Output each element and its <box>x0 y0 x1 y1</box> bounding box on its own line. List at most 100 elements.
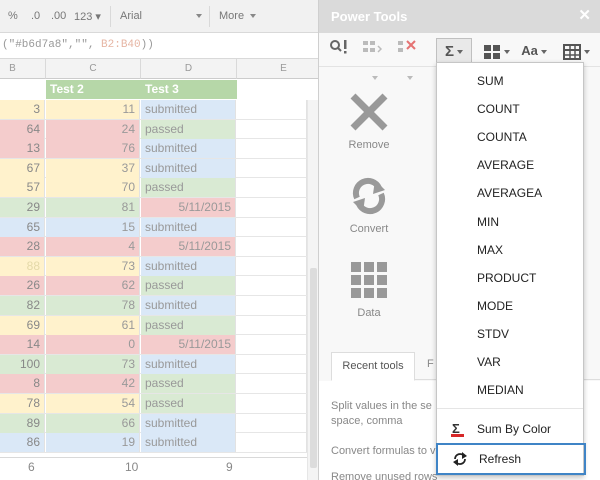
cell-e[interactable] <box>237 217 307 237</box>
cell-b[interactable]: 3 <box>0 100 45 119</box>
cell-b[interactable]: 100 <box>0 354 45 374</box>
scrollbar-thumb[interactable] <box>310 268 317 468</box>
cell-b[interactable]: 29 <box>0 198 45 217</box>
cell-e[interactable] <box>237 256 307 276</box>
find-icon[interactable] <box>327 38 351 63</box>
total-c[interactable]: 10 <box>125 460 138 474</box>
cell-e[interactable] <box>237 315 307 335</box>
cell-e[interactable] <box>237 237 307 257</box>
tab-recent-tools[interactable]: Recent tools <box>331 352 415 381</box>
function-item-min[interactable]: MIN <box>437 208 583 236</box>
cell-d[interactable]: submitted <box>141 217 236 237</box>
recent-item[interactable]: Split values in the se space, comma <box>331 399 451 429</box>
cell-b[interactable]: 65 <box>0 217 45 237</box>
cell-b[interactable]: 86 <box>0 433 45 453</box>
data-tool[interactable]: Data <box>339 260 399 319</box>
table-icon[interactable] <box>559 38 593 63</box>
close-icon[interactable]: ✕ <box>578 7 591 25</box>
column-header-e[interactable]: E <box>237 59 318 79</box>
tab-favorites[interactable]: F <box>427 358 434 370</box>
function-item-max[interactable]: MAX <box>437 236 583 264</box>
cell-b[interactable]: 28 <box>0 237 45 257</box>
sum-by-color-item[interactable]: Σ Sum By Color <box>437 415 583 443</box>
cell-d[interactable]: submitted <box>141 158 236 178</box>
cell-c[interactable]: 4 <box>46 237 140 257</box>
more-button[interactable]: More <box>219 10 244 22</box>
cell-e[interactable] <box>237 119 307 139</box>
cell-b[interactable]: 57 <box>0 178 45 198</box>
remove-tool[interactable]: Remove <box>339 92 399 151</box>
total-b[interactable]: 6 <box>28 460 35 474</box>
cell-d[interactable]: submitted <box>141 256 236 276</box>
cell-e[interactable] <box>237 100 307 119</box>
cell-e[interactable] <box>237 335 307 355</box>
cell-e[interactable] <box>237 374 307 394</box>
cell-d[interactable]: submitted <box>141 433 236 453</box>
cell-c[interactable]: 76 <box>46 139 140 159</box>
cell-c[interactable]: 0 <box>46 335 140 355</box>
function-item-count[interactable]: COUNT <box>437 95 583 123</box>
split-icon[interactable] <box>359 38 387 80</box>
cell-d[interactable]: submitted <box>141 413 236 433</box>
cell-d[interactable]: passed <box>141 178 236 198</box>
cell-d[interactable]: submitted <box>141 139 236 159</box>
functions-button[interactable]: Σ <box>436 38 472 63</box>
cell-e[interactable] <box>237 198 307 217</box>
cell-b[interactable]: 8 <box>0 374 45 394</box>
cell-b[interactable]: 69 <box>0 315 45 335</box>
cell-d[interactable]: passed <box>141 315 236 335</box>
number-format-button[interactable]: 123 ▾ <box>74 10 101 23</box>
cell-b[interactable]: 67 <box>0 158 45 178</box>
cell-c[interactable]: 66 <box>46 413 140 433</box>
function-item-var[interactable]: VAR <box>437 348 583 376</box>
header-cell-test3[interactable]: Test 3 <box>141 80 237 99</box>
recent-item[interactable]: Remove unused rows <box>331 470 451 480</box>
formula-bar[interactable]: ("#b6d7a8","", B2:B40)) <box>0 33 318 59</box>
column-header-d[interactable]: D <box>141 59 237 79</box>
cell-d[interactable]: submitted <box>141 354 236 374</box>
cell-b[interactable]: 89 <box>0 413 45 433</box>
cell-d[interactable]: submitted <box>141 296 236 315</box>
cell-c[interactable]: 37 <box>46 158 140 178</box>
cell-d[interactable]: 5/11/2015 <box>141 237 236 257</box>
cell-c[interactable]: 62 <box>46 276 140 296</box>
increase-decimal-button[interactable]: .00 <box>51 10 66 22</box>
cell-c[interactable]: 70 <box>46 178 140 198</box>
column-header-c[interactable]: C <box>46 59 141 79</box>
merge-icon[interactable] <box>479 38 513 63</box>
cell-d[interactable]: passed <box>141 394 236 413</box>
cell-b[interactable]: 26 <box>0 276 45 296</box>
cell-c[interactable]: 73 <box>46 256 140 276</box>
cell-e[interactable] <box>237 158 307 178</box>
delete-columns-icon[interactable] <box>393 38 423 80</box>
cell-c[interactable]: 54 <box>46 394 140 413</box>
column-header-b[interactable]: B <box>0 59 46 79</box>
cell-d[interactable]: passed <box>141 119 236 139</box>
cell-c[interactable]: 19 <box>46 433 140 453</box>
cell-e[interactable] <box>237 296 307 315</box>
header-cell-test2[interactable]: Test 2 <box>46 80 141 99</box>
cell-e[interactable] <box>237 413 307 433</box>
cell-c[interactable]: 81 <box>46 198 140 217</box>
cell-e[interactable] <box>237 139 307 159</box>
cell-e[interactable] <box>237 354 307 374</box>
cell-e[interactable] <box>237 178 307 198</box>
cell-b[interactable]: 64 <box>0 119 45 139</box>
cell-e[interactable] <box>237 276 307 296</box>
text-icon[interactable]: Aa <box>517 38 551 63</box>
cell-c[interactable]: 42 <box>46 374 140 394</box>
function-item-mode[interactable]: MODE <box>437 292 583 320</box>
function-item-average[interactable]: AVERAGE <box>437 151 583 179</box>
refresh-item[interactable]: Refresh <box>436 443 586 475</box>
percent-format-button[interactable]: % <box>8 10 18 22</box>
cell-c[interactable]: 24 <box>46 119 140 139</box>
cell-b[interactable]: 78 <box>0 394 45 413</box>
decrease-decimal-button[interactable]: .0 <box>31 10 40 22</box>
function-item-product[interactable]: PRODUCT <box>437 264 583 292</box>
cell-e[interactable] <box>237 394 307 413</box>
cell-c[interactable]: 61 <box>46 315 140 335</box>
cell-d[interactable]: passed <box>141 374 236 394</box>
cell-c[interactable]: 11 <box>46 100 140 119</box>
function-item-sum[interactable]: SUM <box>437 67 583 95</box>
convert-tool[interactable]: Convert <box>339 176 399 235</box>
